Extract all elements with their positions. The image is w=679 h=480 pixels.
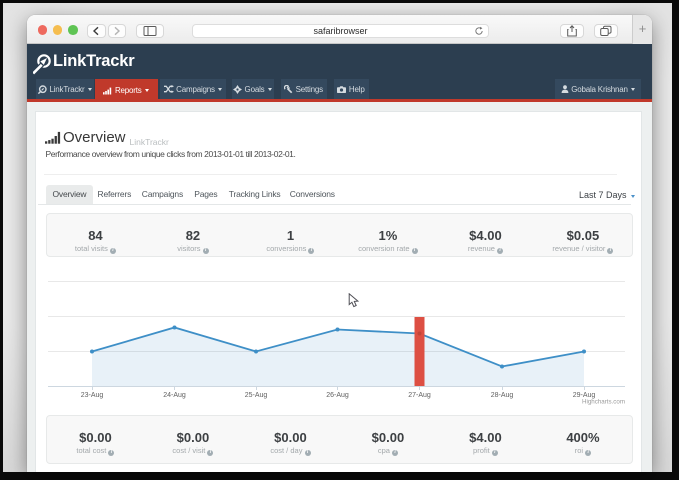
svg-text:28-Aug: 28-Aug xyxy=(491,392,514,399)
svg-text:27-Aug: 27-Aug xyxy=(408,392,431,399)
svg-text:Highcharts.com: Highcharts.com xyxy=(582,399,625,406)
svg-text:25-Aug: 25-Aug xyxy=(245,392,268,399)
svg-text:23-Aug: 23-Aug xyxy=(81,392,104,399)
svg-text:24-Aug: 24-Aug xyxy=(163,392,186,399)
svg-text:26-Aug: 26-Aug xyxy=(326,392,349,399)
